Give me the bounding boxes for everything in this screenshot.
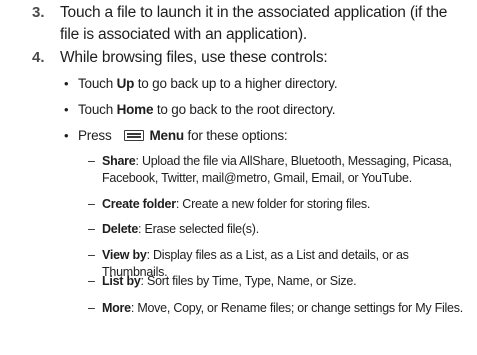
bullet-item-menu: • Press Menu for these options: [64, 127, 469, 145]
option-description: : Create a new folder for storing files. [175, 197, 371, 211]
bullet-suffix: to go back to the root directory. [153, 102, 336, 117]
manual-page: 3. Touch a file to launch it in the asso… [0, 0, 477, 355]
control-name: Home [116, 102, 154, 117]
menu-option-delete: – Delete: Erase selected file(s). [88, 221, 473, 238]
control-name: Menu [149, 128, 185, 143]
bullet-item-up: • Touch Up to go back up to a higher dire… [64, 75, 469, 93]
bullet-prefix: Touch [78, 102, 117, 117]
step-text: While browsing files, use these controls… [60, 49, 328, 66]
option-description: : Upload the file via AllShare, Bluetoot… [135, 154, 452, 168]
bullet-icon: • [64, 102, 69, 117]
bullet-suffix: to go back up to a higher directory. [134, 76, 338, 91]
bullet-prefix: Touch [78, 76, 117, 91]
option-label: View by [102, 248, 147, 262]
menu-option-create-folder: – Create folder: Create a new folder for… [88, 196, 473, 213]
step-text-line: file is associated with an application). [60, 26, 308, 43]
dash-icon: – [88, 274, 95, 288]
bullet-prefix: Press [78, 128, 112, 143]
bullet-icon: • [64, 76, 69, 91]
option-label: Delete [102, 222, 139, 236]
option-label: List by [102, 274, 141, 288]
bullet-item-home: • Touch Home to go back to the root direc… [64, 101, 469, 119]
option-label: Share [102, 154, 136, 168]
dash-icon: – [88, 222, 95, 236]
step-number: 3. [32, 4, 45, 21]
step-number: 4. [32, 49, 45, 66]
step-text-line: Touch a file to launch it in the associa… [60, 4, 448, 21]
option-description: : Erase selected file(s). [138, 222, 259, 236]
control-name: Up [116, 76, 135, 91]
option-description: : Sort files by Time, Type, Name, or Siz… [140, 274, 357, 288]
option-label: More [102, 301, 131, 315]
menu-option-more: – More: Move, Copy, or Rename files; or … [88, 300, 473, 317]
dash-icon: – [88, 197, 95, 211]
option-description: Facebook, Twitter, mail@metro, Gmail, Em… [102, 171, 412, 185]
menu-option-list-by: – List by: Sort files by Time, Type, Nam… [88, 273, 473, 290]
step-text: Touch a file to launch it in the associa… [60, 2, 470, 46]
option-description: : Move, Copy, or Rename files; or change… [130, 301, 463, 315]
dash-icon: – [88, 301, 95, 315]
option-label: Create folder [102, 197, 176, 211]
dash-icon: – [88, 248, 95, 262]
bullet-suffix: for these options: [183, 128, 288, 143]
bullet-icon: • [64, 128, 69, 143]
menu-option-share: – Share: Upload the file via AllShare, B… [88, 153, 473, 187]
dash-icon: – [88, 154, 95, 168]
menu-key-icon [123, 130, 144, 141]
